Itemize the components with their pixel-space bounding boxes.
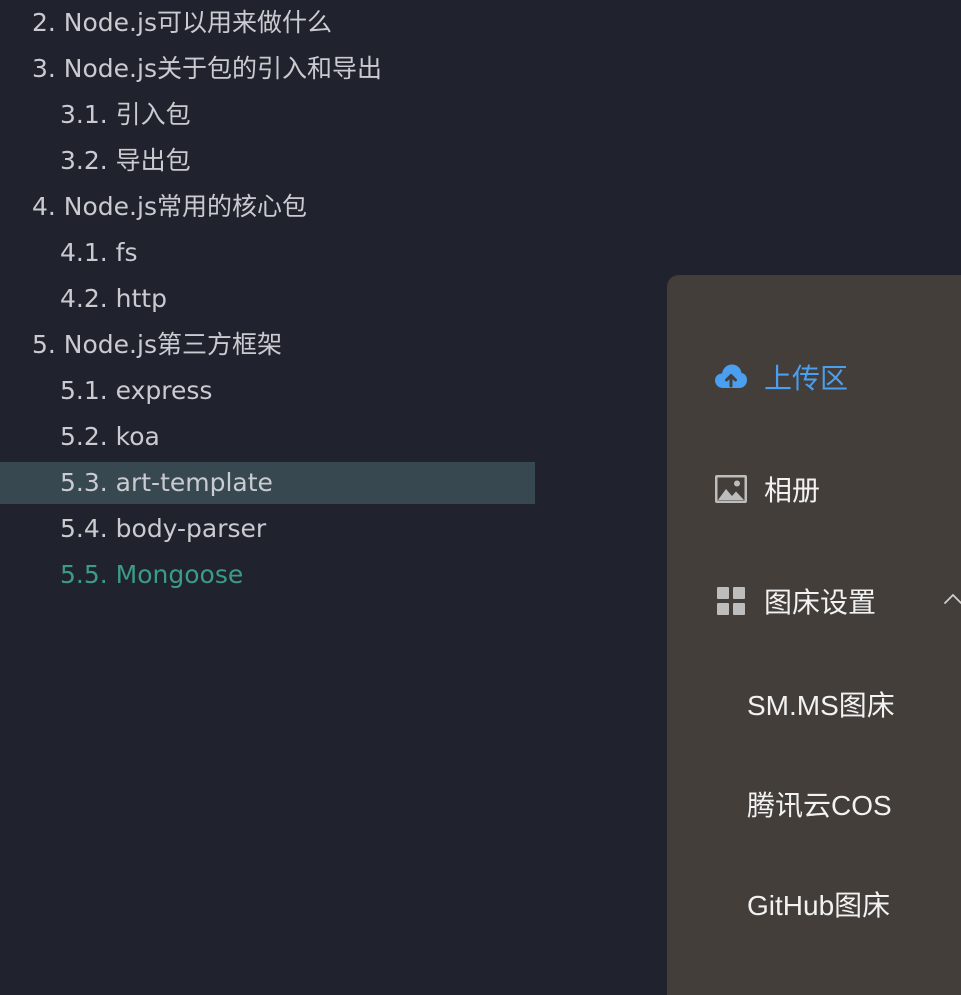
submenu-tencent-cos[interactable]: 腾讯云COS [747, 786, 892, 826]
menu-upload-area[interactable]: 上传区 [667, 349, 961, 405]
toc-item-koa[interactable]: 5.2. koa [0, 416, 535, 458]
chevron-up-icon[interactable] [943, 589, 961, 609]
toc-item-export-package[interactable]: 3.2. 导出包 [0, 140, 535, 182]
toc-outline: 2. Node.js可以用来做什么 3. Node.js关于包的引入和导出 3.… [0, 2, 535, 600]
toc-item-core-packages[interactable]: 4. Node.js常用的核心包 [0, 186, 535, 228]
cloud-upload-icon [714, 360, 748, 394]
toc-item-art-template[interactable]: 5.3. art-template [0, 462, 535, 504]
toc-item-import-export[interactable]: 3. Node.js关于包的引入和导出 [0, 48, 535, 90]
toc-item-express[interactable]: 5.1. express [0, 370, 535, 412]
menu-image-host-settings[interactable]: 图床设置 [667, 573, 961, 629]
image-icon [714, 472, 748, 506]
grid-icon [714, 584, 748, 618]
toc-item-mongoose[interactable]: 5.5. Mongoose [0, 554, 535, 596]
submenu-github[interactable]: GitHub图床 [747, 886, 890, 926]
toc-item-node-uses[interactable]: 2. Node.js可以用来做什么 [0, 2, 535, 44]
toc-item-fs[interactable]: 4.1. fs [0, 232, 535, 274]
toc-item-body-parser[interactable]: 5.4. body-parser [0, 508, 535, 550]
menu-upload-label: 上传区 [764, 363, 849, 394]
menu-settings-label: 图床设置 [764, 587, 877, 618]
toc-item-import-package[interactable]: 3.1. 引入包 [0, 94, 535, 136]
toc-item-http[interactable]: 4.2. http [0, 278, 535, 320]
toc-item-third-party[interactable]: 5. Node.js第三方框架 [0, 324, 535, 366]
menu-album[interactable]: 相册 [667, 461, 961, 517]
picgo-side-menu: 上传区 相册 图床设置 SM.MS图床 腾讯云COS GitHub图床 [667, 275, 961, 995]
menu-album-label: 相册 [764, 475, 821, 506]
submenu-smms[interactable]: SM.MS图床 [747, 686, 895, 726]
